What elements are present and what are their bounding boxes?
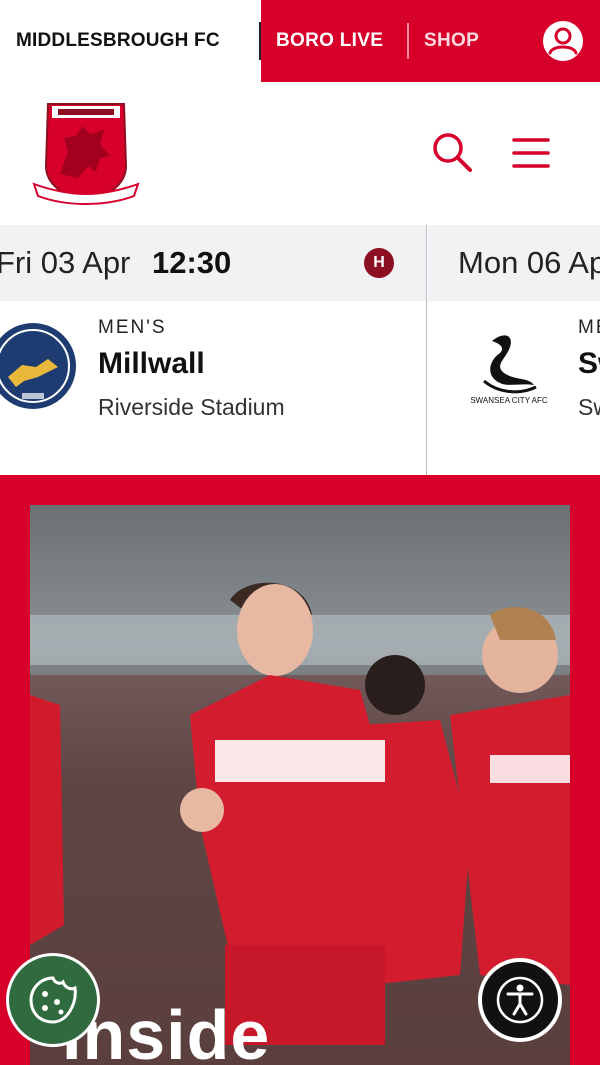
fixture-date-row: Mon 06 Apr [428, 225, 600, 301]
site-header [0, 82, 600, 225]
fixture-opponent: Swansea City [578, 347, 600, 380]
fixture-time: 12:30 [152, 245, 232, 280]
fixture-card[interactable]: Fri 03 Apr 12:30 H MEN'S Millwall Rivers… [0, 225, 427, 475]
top-bar: MIDDLESBROUGH FC BORO LIVE SHOP [0, 0, 600, 82]
accessibility-icon [496, 976, 544, 1024]
fixture-card[interactable]: Mon 06 Apr SWANSEA CITY AFC MEN'S Swanse… [428, 225, 600, 475]
hamburger-menu-icon[interactable] [510, 132, 552, 174]
accessibility-button[interactable] [478, 958, 562, 1042]
swansea-city-crest: SWANSEA CITY AFC [470, 335, 548, 405]
millwall-crest [0, 323, 76, 409]
fixture-venue: Swansea.com Stadium [578, 394, 600, 420]
home-badge: H [364, 248, 394, 278]
top-links-bar: BORO LIVE SHOP [261, 0, 600, 82]
fixture-body: MEN'S Millwall Riverside Stadium [0, 301, 426, 475]
fixture-team-label: MEN'S [98, 317, 167, 338]
fixture-opponent: Millwall [98, 347, 205, 380]
boro-live-link[interactable]: BORO LIVE [276, 30, 383, 52]
fixture-date-row: Fri 03 Apr 12:30 H [0, 225, 426, 301]
club-crest[interactable] [30, 96, 142, 210]
fixture-body: SWANSEA CITY AFC MEN'S Swansea City Swan… [428, 301, 600, 475]
svg-text:SWANSEA CITY AFC: SWANSEA CITY AFC [470, 396, 548, 405]
club-name: MIDDLESBROUGH FC [16, 30, 220, 51]
fixture-date: Fri 03 Apr [0, 245, 131, 280]
divider [407, 23, 409, 59]
club-home-link[interactable]: MIDDLESBROUGH FC [0, 0, 261, 82]
cookie-icon [29, 976, 77, 1024]
fixture-venue: Riverside Stadium [98, 394, 285, 420]
fixture-team-label: MEN'S [578, 317, 600, 338]
cookie-settings-button[interactable] [6, 953, 100, 1047]
search-icon[interactable] [430, 130, 474, 174]
fixture-date: Mon 06 Apr [458, 245, 600, 280]
fixtures-carousel[interactable]: Fri 03 Apr 12:30 H MEN'S Millwall Rivers… [0, 225, 600, 475]
user-account-icon[interactable] [542, 20, 584, 62]
shop-link[interactable]: SHOP [424, 30, 479, 52]
